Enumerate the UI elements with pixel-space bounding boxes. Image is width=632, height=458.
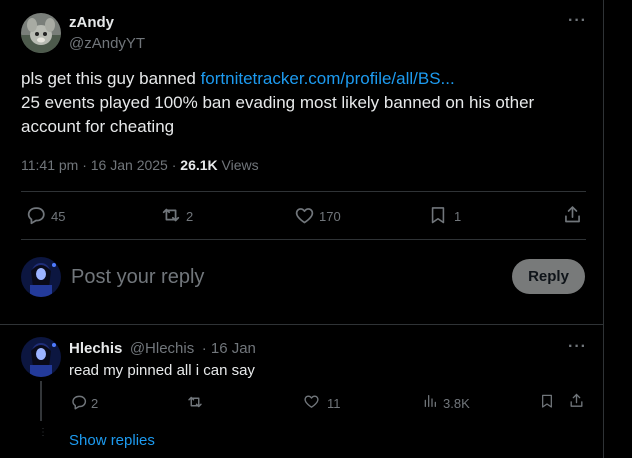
reply-input[interactable]: Post your reply [71, 266, 204, 289]
repost-icon[interactable] [160, 204, 182, 226]
reply-author-name[interactable]: Hlechis [69, 340, 122, 357]
reply-date[interactable]: · 16 Jan [202, 340, 256, 357]
reply-count: 45 [51, 209, 66, 224]
reply-icon[interactable] [25, 204, 47, 226]
reply-share-icon[interactable] [568, 392, 585, 409]
reply-thread-dots: ⋮ [38, 427, 48, 438]
thread-line [40, 381, 42, 421]
divider [0, 324, 604, 325]
author-name[interactable]: zAndy [69, 14, 114, 31]
tweet-panel: zAndy @zAndyYT ··· pls get this guy bann… [0, 0, 604, 458]
reply-header: Hlechis @Hlechis · 16 Jan [69, 340, 256, 358]
reply-reply-count: 2 [91, 396, 99, 411]
divider [21, 191, 586, 192]
repost-count: 2 [186, 209, 194, 224]
reply-more-icon[interactable]: ··· [568, 338, 587, 356]
author-handle[interactable]: @zAndyYT [69, 35, 145, 52]
tweet-link[interactable]: fortnitetracker.com/profile/all/BS... [201, 69, 455, 88]
more-icon[interactable]: ··· [568, 12, 587, 30]
show-replies-link[interactable]: Show replies [69, 432, 155, 449]
reply-text: read my pinned all i can say [69, 362, 255, 379]
author-avatar[interactable] [21, 13, 61, 53]
user-avatar[interactable] [21, 257, 61, 297]
views-count: 26.1K [180, 157, 218, 173]
reply-bookmark-icon[interactable] [539, 392, 555, 410]
timestamp[interactable]: 11:41 pm · 16 Jan 2025 · [21, 157, 180, 173]
bookmark-count: 1 [454, 209, 462, 224]
bookmark-icon[interactable] [428, 204, 448, 226]
views-icon[interactable] [422, 393, 438, 409]
like-count: 170 [319, 209, 341, 224]
tweet-text-line1: pls get this guy banned fortnitetracker.… [21, 67, 455, 91]
like-icon[interactable] [294, 205, 315, 226]
reply-repost-icon[interactable] [186, 393, 204, 411]
reply-views-count: 3.8K [443, 396, 470, 411]
reply-like-icon[interactable] [303, 393, 320, 410]
tweet-text-line3: account for cheating [21, 117, 175, 136]
reply-author-handle[interactable]: @Hlechis [130, 340, 194, 357]
tweet-text: pls get this guy banned [21, 69, 201, 88]
tweet-text-line2: 25 events played 100% ban evading most l… [21, 93, 535, 112]
share-icon[interactable] [562, 204, 583, 225]
views-label: Views [217, 157, 259, 173]
reply-button[interactable]: Reply [512, 259, 585, 294]
tweet-meta: 11:41 pm · 16 Jan 2025 · 26.1K Views [21, 157, 259, 173]
divider [21, 239, 586, 240]
reply-reply-icon[interactable] [70, 393, 88, 411]
reply-like-count: 11 [327, 396, 341, 411]
reply-author-avatar[interactable] [21, 337, 61, 377]
